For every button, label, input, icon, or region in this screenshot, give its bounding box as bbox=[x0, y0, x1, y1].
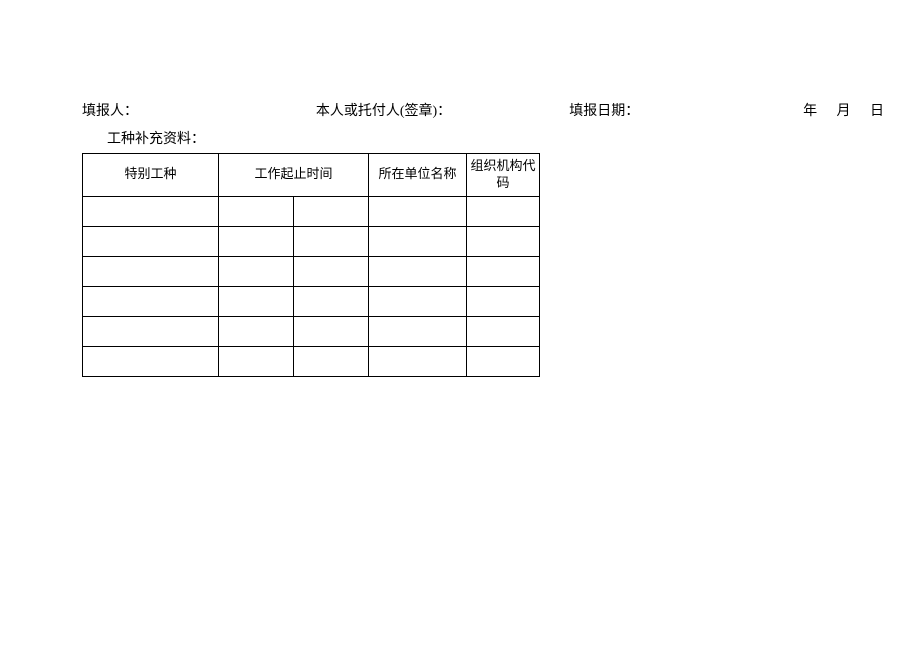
header-org-code: 组织机构代码 bbox=[467, 154, 540, 197]
cell-period-end[interactable] bbox=[294, 286, 369, 316]
table-row bbox=[83, 346, 540, 376]
cell-period-start[interactable] bbox=[219, 316, 294, 346]
cell-org-code[interactable] bbox=[467, 196, 540, 226]
cell-period-start[interactable] bbox=[219, 256, 294, 286]
cell-period-end[interactable] bbox=[294, 196, 369, 226]
cell-org-name[interactable] bbox=[369, 346, 467, 376]
cell-org-code[interactable] bbox=[467, 226, 540, 256]
cell-period-end[interactable] bbox=[294, 226, 369, 256]
date-parts: 年 月 日 bbox=[803, 100, 920, 120]
cell-special-job[interactable] bbox=[83, 316, 219, 346]
cell-org-code[interactable] bbox=[467, 316, 540, 346]
cell-org-name[interactable] bbox=[369, 256, 467, 286]
table-row bbox=[83, 286, 540, 316]
job-supplement-table: 特别工种 工作起止时间 所在单位名称 组织机构代码 bbox=[82, 153, 540, 377]
table-row bbox=[83, 256, 540, 286]
header-org-name: 所在单位名称 bbox=[369, 154, 467, 197]
cell-org-code[interactable] bbox=[467, 286, 540, 316]
cell-period-end[interactable] bbox=[294, 256, 369, 286]
form-header-row: 填报人： 本人或托付人(签章)： 填报日期： 年 月 日 bbox=[0, 0, 920, 128]
table-container: 特别工种 工作起止时间 所在单位名称 组织机构代码 bbox=[0, 153, 920, 377]
cell-special-job[interactable] bbox=[83, 256, 219, 286]
report-date-label: 填报日期： bbox=[569, 100, 803, 120]
reporter-label: 填报人： bbox=[82, 100, 316, 120]
cell-org-code[interactable] bbox=[467, 346, 540, 376]
cell-special-job[interactable] bbox=[83, 286, 219, 316]
cell-period-end[interactable] bbox=[294, 316, 369, 346]
cell-org-code[interactable] bbox=[467, 256, 540, 286]
cell-org-name[interactable] bbox=[369, 316, 467, 346]
cell-period-start[interactable] bbox=[219, 226, 294, 256]
table-row bbox=[83, 196, 540, 226]
cell-special-job[interactable] bbox=[83, 226, 219, 256]
table-row bbox=[83, 316, 540, 346]
cell-period-end[interactable] bbox=[294, 346, 369, 376]
cell-period-start[interactable] bbox=[219, 346, 294, 376]
cell-special-job[interactable] bbox=[83, 196, 219, 226]
cell-org-name[interactable] bbox=[369, 226, 467, 256]
cell-special-job[interactable] bbox=[83, 346, 219, 376]
header-special-job: 特别工种 bbox=[83, 154, 219, 197]
cell-period-start[interactable] bbox=[219, 196, 294, 226]
cell-period-start[interactable] bbox=[219, 286, 294, 316]
signatory-label: 本人或托付人(签章)： bbox=[316, 100, 569, 120]
cell-org-name[interactable] bbox=[369, 286, 467, 316]
header-work-period: 工作起止时间 bbox=[219, 154, 369, 197]
table-header-row: 特别工种 工作起止时间 所在单位名称 组织机构代码 bbox=[83, 154, 540, 197]
cell-org-name[interactable] bbox=[369, 196, 467, 226]
subtitle: 工种补充资料： bbox=[0, 128, 920, 153]
table-row bbox=[83, 226, 540, 256]
